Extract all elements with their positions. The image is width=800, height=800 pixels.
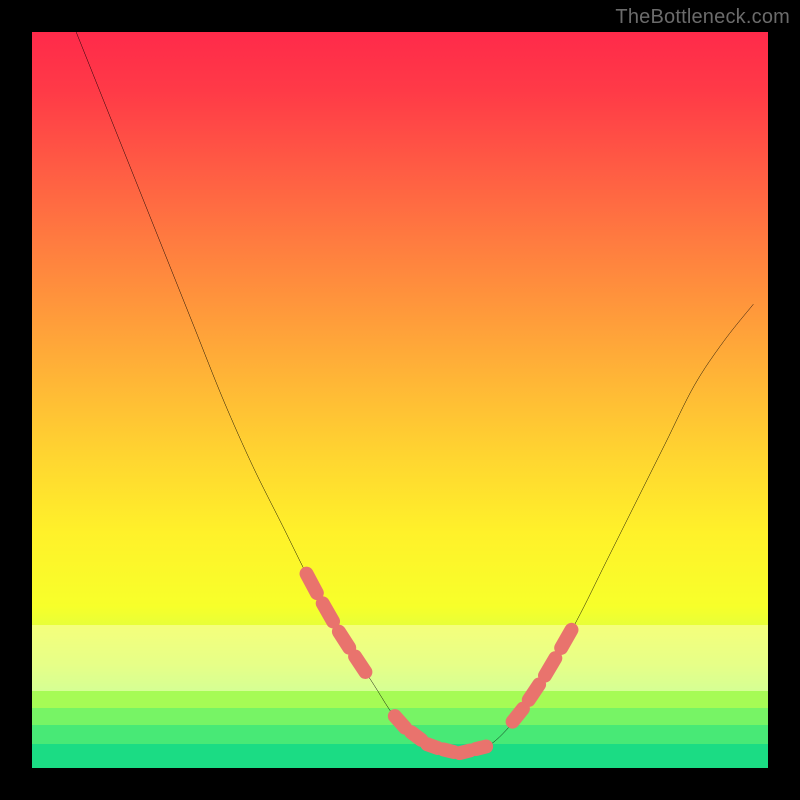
curve-svg — [32, 32, 768, 768]
chart-frame: TheBottleneck.com — [0, 0, 800, 800]
highlight-capsule — [443, 749, 453, 752]
highlight-dots-trough — [395, 716, 486, 753]
highlight-capsule — [513, 709, 523, 722]
highlight-capsule — [411, 732, 421, 740]
highlight-capsule — [427, 744, 437, 748]
highlight-capsule — [355, 656, 365, 671]
highlight-capsule — [476, 746, 486, 749]
bottleneck-curve — [76, 32, 753, 753]
plot-area — [32, 32, 768, 768]
watermark-text: TheBottleneck.com — [615, 6, 790, 29]
highlight-capsule — [323, 603, 333, 621]
highlight-capsule — [529, 684, 539, 699]
highlight-capsule — [561, 630, 571, 648]
highlight-dots-left — [307, 574, 366, 672]
highlight-capsule — [460, 751, 470, 754]
highlight-capsule — [307, 574, 317, 593]
highlight-capsule — [339, 632, 349, 648]
highlight-dots-right — [513, 630, 572, 722]
curve-line — [76, 32, 753, 753]
highlight-capsule — [395, 716, 405, 728]
highlight-capsule — [545, 658, 555, 675]
